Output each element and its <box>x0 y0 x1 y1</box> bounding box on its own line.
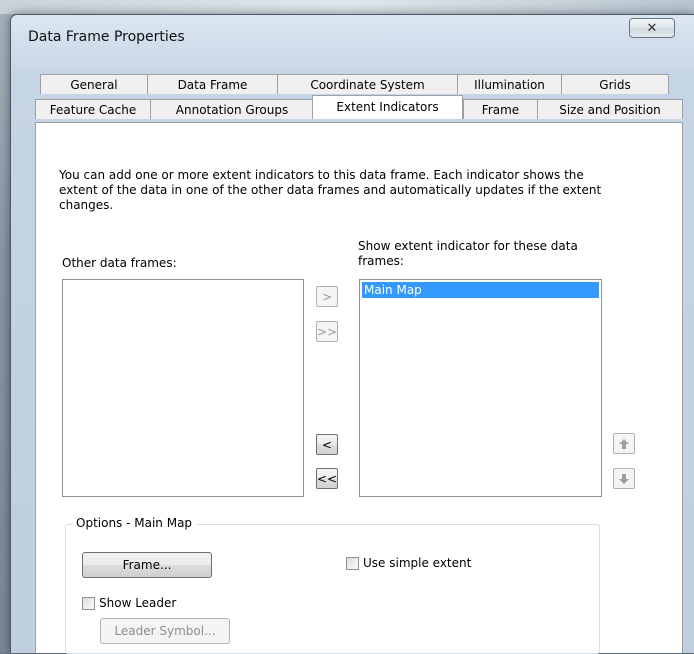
remove-button[interactable]: < <box>316 434 338 455</box>
dialog-window: Data Frame Properties ✕ General Data Fra… <box>10 14 694 654</box>
show-leader-label: Show Leader <box>99 596 177 610</box>
show-leader-checkbox[interactable]: Show Leader <box>82 596 176 610</box>
show-extent-list[interactable]: Main Map <box>359 279 602 497</box>
checkbox-box[interactable] <box>82 596 95 610</box>
tab-panel: You can add one or more extent indicator… <box>35 122 683 654</box>
tab-data-frame[interactable]: Data Frame <box>147 74 278 94</box>
tab-frame[interactable]: Frame <box>463 99 538 119</box>
tab-illumination[interactable]: Illumination <box>457 74 562 94</box>
desktop-background-top <box>0 0 694 14</box>
options-legend: Options - Main Map <box>72 516 197 530</box>
description-text: You can add one or more extent indicator… <box>59 168 602 212</box>
tab-grids[interactable]: Grids <box>561 74 669 94</box>
up-arrow-icon <box>619 438 629 449</box>
leader-symbol-button[interactable]: Leader Symbol... <box>100 618 230 644</box>
other-frames-label: Other data frames: <box>62 256 177 270</box>
move-down-button[interactable] <box>613 468 635 489</box>
list-item[interactable]: Main Map <box>362 282 599 298</box>
close-button[interactable]: ✕ <box>629 18 675 38</box>
dialog-title: Data Frame Properties <box>28 29 185 45</box>
tab-feature-cache[interactable]: Feature Cache <box>35 99 151 119</box>
other-frames-list[interactable] <box>62 279 304 497</box>
remove-all-button[interactable]: << <box>316 468 338 489</box>
use-simple-extent-label: Use simple extent <box>363 556 472 570</box>
tab-coordinate-system[interactable]: Coordinate System <box>277 74 458 94</box>
use-simple-extent-checkbox[interactable]: Use simple extent <box>346 556 471 570</box>
add-button[interactable]: > <box>316 286 338 307</box>
tab-annotation-groups[interactable]: Annotation Groups <box>150 99 314 119</box>
add-all-button[interactable]: >> <box>316 321 338 342</box>
close-icon: ✕ <box>646 20 658 36</box>
show-extent-label: Show extent indicator for these data fra… <box>358 239 578 268</box>
tab-size-and-position[interactable]: Size and Position <box>537 99 683 119</box>
checkbox-box[interactable] <box>346 556 359 570</box>
tab-extent-indicators[interactable]: Extent Indicators <box>312 95 463 119</box>
frame-button[interactable]: Frame... <box>82 552 212 578</box>
tab-general[interactable]: General <box>40 74 148 94</box>
move-up-button[interactable] <box>613 433 635 454</box>
down-arrow-icon <box>619 473 629 484</box>
